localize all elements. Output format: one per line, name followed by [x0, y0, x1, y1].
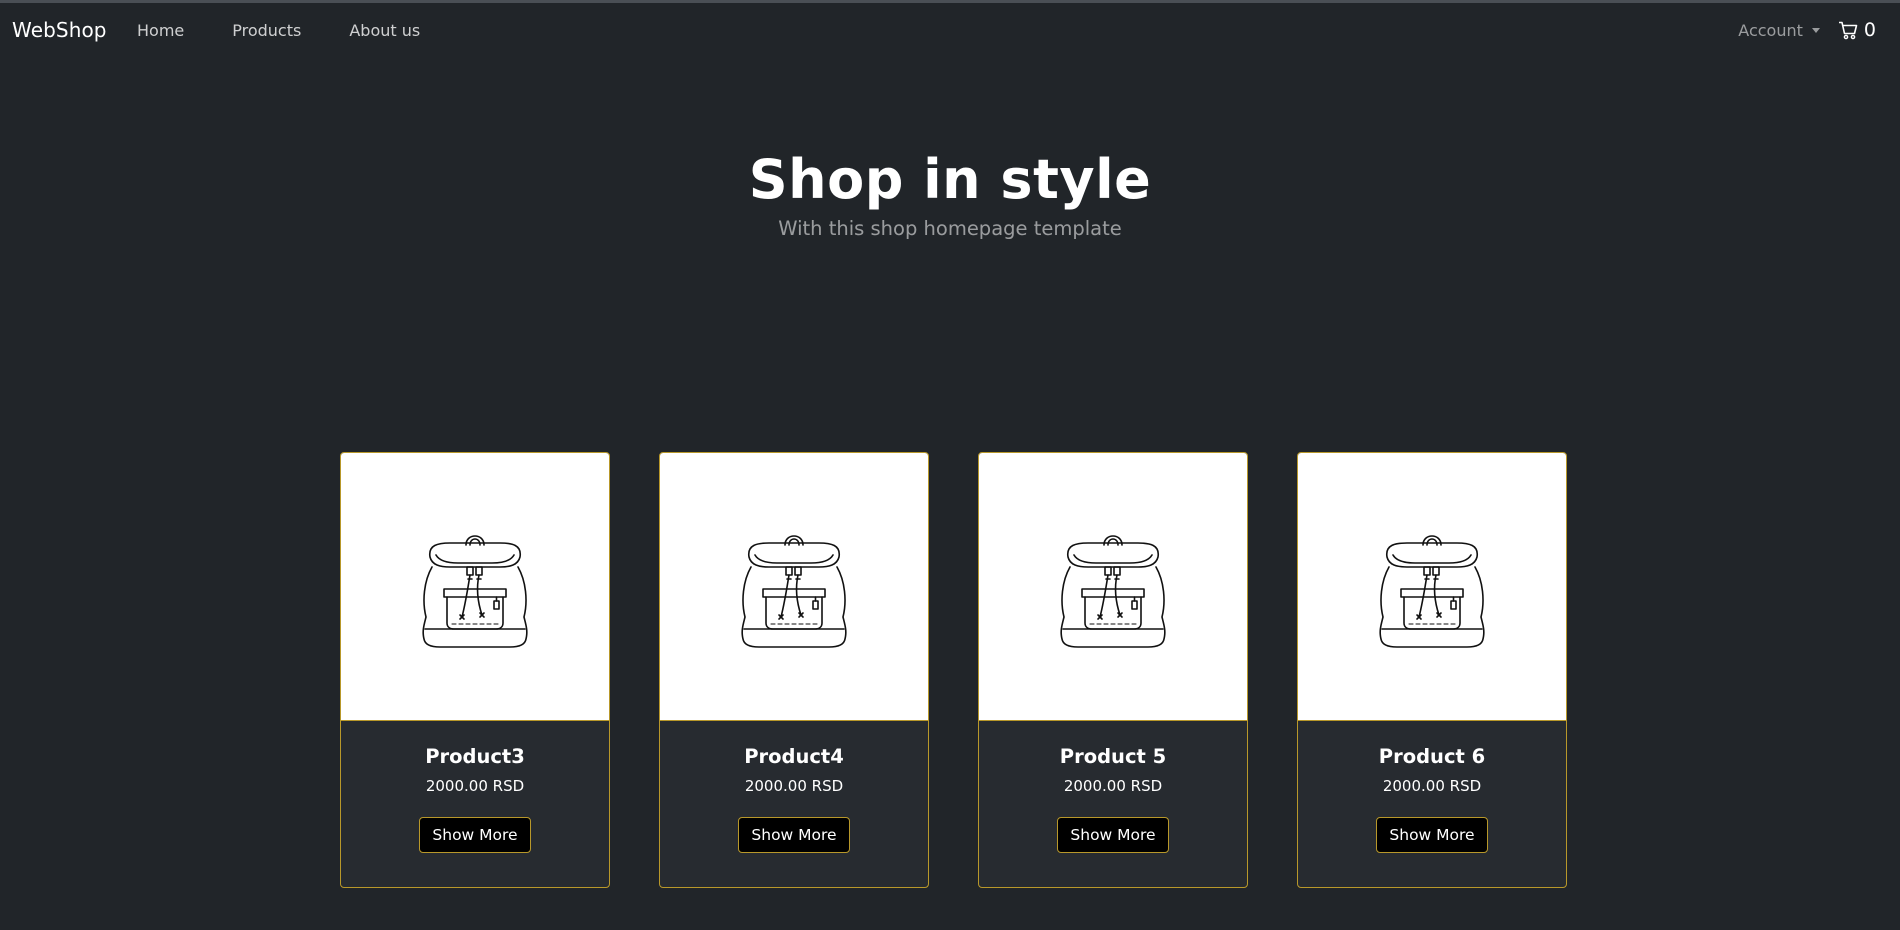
product-image [1298, 453, 1566, 721]
product-price: 2000.00 RSD [744, 777, 844, 795]
product-name: Product 6 [1378, 745, 1486, 768]
cart-icon [1838, 21, 1858, 39]
product-card-body: Product3 2000.00 RSD Show More [341, 721, 609, 853]
nav-right: Account 0 [1738, 19, 1876, 41]
backpack-icon [422, 534, 528, 648]
product-card: Product4 2000.00 RSD Show More [659, 452, 929, 888]
hero-title: Shop in style [748, 148, 1152, 211]
product-name: Product3 [425, 745, 525, 768]
product-card: Product 6 2000.00 RSD Show More [1297, 452, 1567, 888]
account-label: Account [1738, 20, 1803, 40]
backpack-icon [1060, 534, 1166, 648]
hero: Shop in style With this shop homepage te… [0, 148, 1900, 241]
product-card: Product 5 2000.00 RSD Show More [978, 452, 1248, 888]
product-price: 2000.00 RSD [425, 777, 525, 795]
product-price: 2000.00 RSD [1382, 777, 1482, 795]
account-dropdown[interactable]: Account [1738, 21, 1820, 40]
product-image [979, 453, 1247, 721]
product-card-body: Product4 2000.00 RSD Show More [660, 721, 928, 853]
nav-link-home[interactable]: Home [137, 21, 184, 40]
product-name: Product 5 [1059, 745, 1167, 768]
caret-down-icon [1811, 27, 1820, 33]
navbar: WebShop Home Products About us Account 0 [0, 3, 1900, 57]
product-card: Product3 2000.00 RSD Show More [340, 452, 610, 888]
nav-links: Home Products About us [137, 21, 468, 40]
brand-link[interactable]: WebShop [12, 18, 107, 42]
product-card-body: Product 5 2000.00 RSD Show More [979, 721, 1247, 853]
show-more-button[interactable]: Show More [738, 817, 850, 853]
product-card-body: Product 6 2000.00 RSD Show More [1298, 721, 1566, 853]
hero-subtitle: With this shop homepage template [778, 217, 1122, 241]
nav-link-products[interactable]: Products [232, 21, 301, 40]
product-grid: Product3 2000.00 RSD Show More Product4 … [340, 452, 1567, 888]
backpack-icon [741, 534, 847, 648]
product-name: Product4 [744, 745, 844, 768]
cart-button[interactable]: 0 [1838, 19, 1876, 41]
nav-link-about[interactable]: About us [349, 21, 420, 40]
product-image [660, 453, 928, 721]
show-more-button[interactable]: Show More [1376, 817, 1488, 853]
backpack-icon [1379, 534, 1485, 648]
cart-count: 0 [1863, 19, 1876, 41]
product-image [341, 453, 609, 721]
show-more-button[interactable]: Show More [1057, 817, 1169, 853]
product-price: 2000.00 RSD [1063, 777, 1163, 795]
show-more-button[interactable]: Show More [419, 817, 531, 853]
